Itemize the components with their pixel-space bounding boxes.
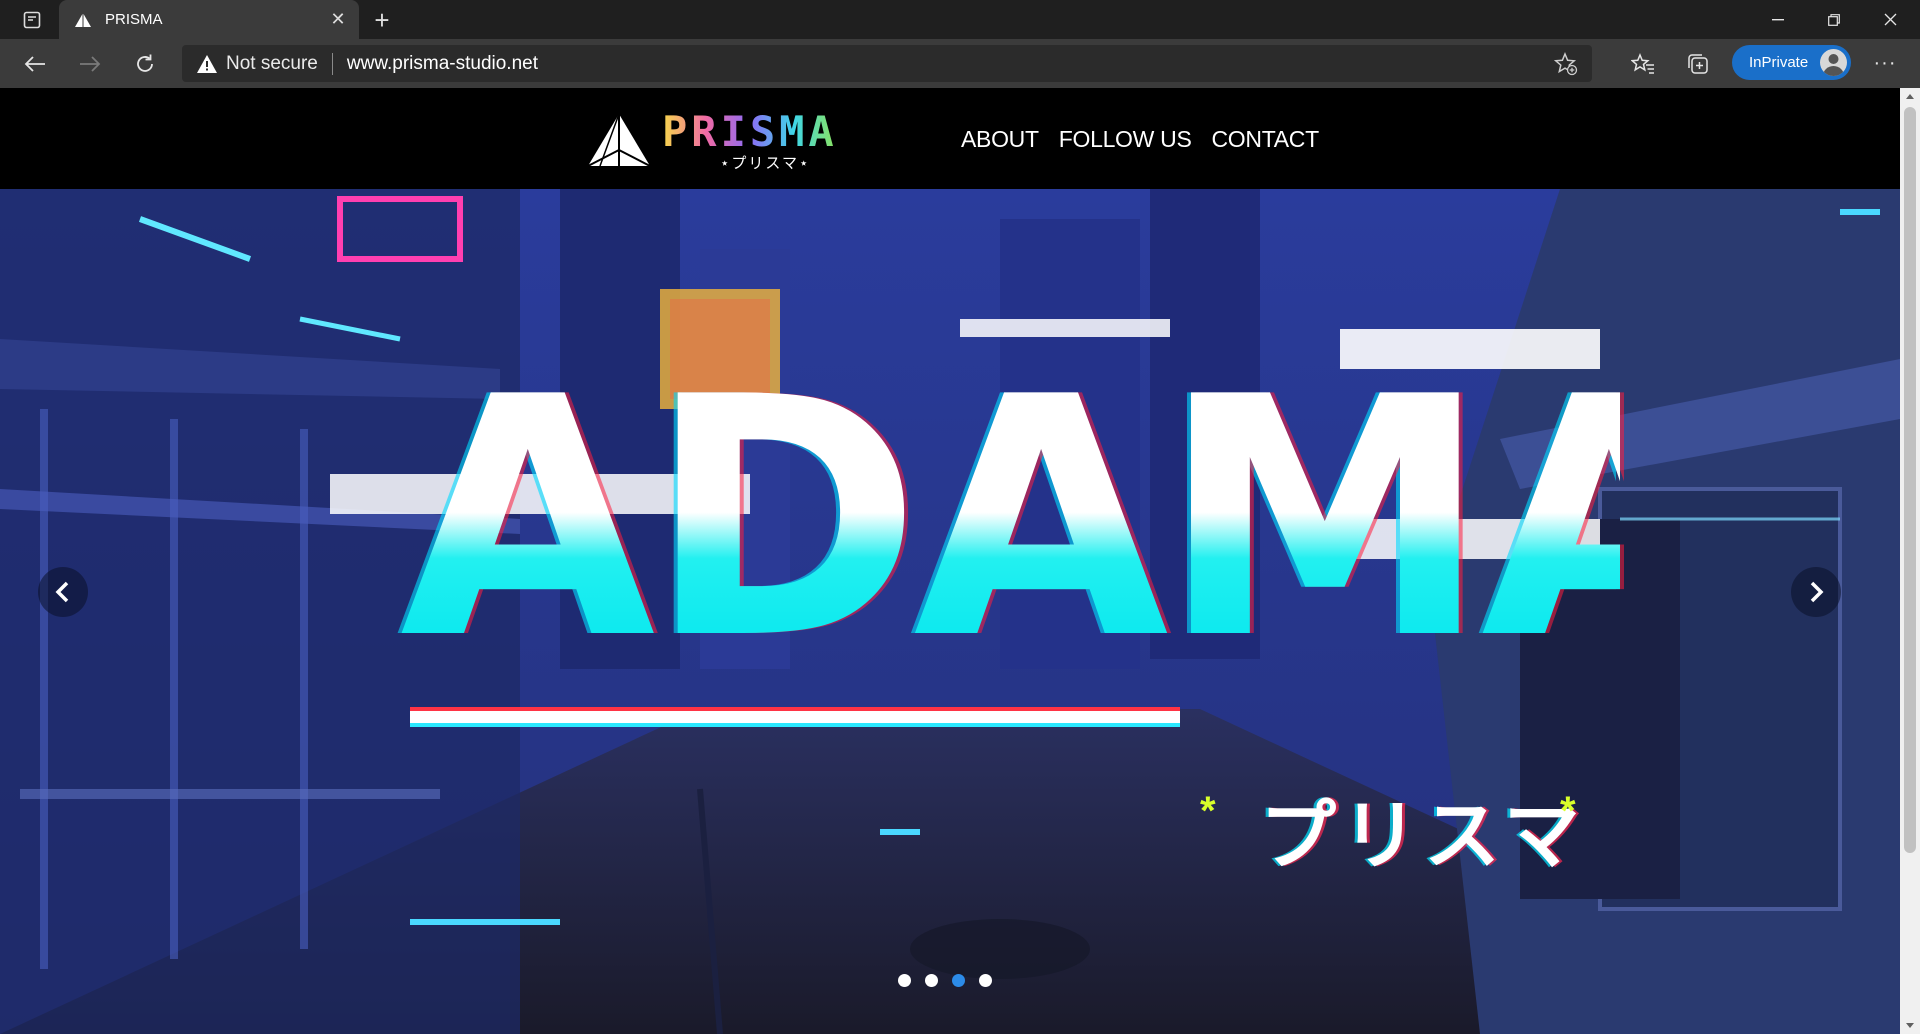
- star-icon: *: [1560, 789, 1576, 833]
- scroll-down-icon[interactable]: [1900, 1017, 1920, 1034]
- prisma-triangle-icon: [73, 10, 93, 30]
- logo-wordmark: PRISMA: [662, 108, 838, 156]
- star-add-icon: [1553, 52, 1578, 76]
- site-logo[interactable]: PRISMA ⋆プリスマ⋆: [586, 108, 886, 172]
- url-text: www.prisma-studio.net: [346, 52, 538, 74]
- hero-title: ADAMAS: [400, 327, 1900, 711]
- favorites-button[interactable]: [1630, 51, 1656, 77]
- address-bar: Not secure www.prisma-studio.net InPriva…: [0, 39, 1920, 88]
- browser-tab[interactable]: PRISMA ✕: [59, 0, 359, 39]
- scroll-up-icon[interactable]: [1900, 88, 1920, 105]
- logo-subtitle: ⋆プリスマ⋆: [720, 155, 811, 172]
- nav-follow-us[interactable]: FOLLOW US: [1059, 126, 1192, 153]
- hero-carousel: ADAMAS * プリスマ *: [0, 189, 1900, 1034]
- url-input[interactable]: Not secure www.prisma-studio.net: [182, 45, 1592, 82]
- prisma-logo-icon: [587, 113, 651, 167]
- carousel-indicators: [898, 974, 992, 987]
- carousel-next-button[interactable]: [1791, 567, 1841, 617]
- inprivate-label: InPrivate: [1749, 54, 1809, 71]
- tab-actions-button[interactable]: [14, 8, 50, 32]
- web-page: PRISMA ⋆プリスマ⋆ ABOUT FOLLOW US CONTACT AD…: [0, 88, 1900, 1034]
- back-button[interactable]: [18, 47, 52, 81]
- scrollbar-thumb[interactable]: [1904, 107, 1916, 853]
- inprivate-profile-button[interactable]: InPrivate: [1732, 45, 1851, 80]
- refresh-button[interactable]: [128, 47, 162, 81]
- favorites-icon: [1631, 53, 1654, 74]
- hero-subtitle: プリスマ: [1260, 794, 1586, 879]
- tab-title: PRISMA: [105, 11, 163, 28]
- main-nav: ABOUT FOLLOW US CONTACT: [961, 126, 1319, 153]
- minimize-icon: [1772, 18, 1784, 20]
- avatar-icon: [1820, 49, 1847, 76]
- new-tab-button[interactable]: +: [367, 5, 397, 35]
- chevron-right-icon: [1810, 581, 1824, 603]
- logo-word-text: PRISMA: [662, 107, 838, 156]
- refresh-icon: [137, 54, 153, 72]
- restore-button[interactable]: [1806, 0, 1862, 39]
- forward-button[interactable]: [73, 47, 107, 81]
- close-window-button[interactable]: [1862, 0, 1918, 39]
- security-label[interactable]: Not secure: [226, 53, 318, 75]
- carousel-dot[interactable]: [979, 974, 992, 987]
- carousel-dot[interactable]: [925, 974, 938, 987]
- minimize-button[interactable]: [1750, 0, 1806, 39]
- collections-button[interactable]: [1685, 51, 1711, 77]
- site-header: PRISMA ⋆プリスマ⋆ ABOUT FOLLOW US CONTACT: [0, 88, 1900, 189]
- warning-icon: [196, 53, 218, 75]
- carousel-prev-button[interactable]: [38, 567, 88, 617]
- nav-contact[interactable]: CONTACT: [1212, 126, 1320, 153]
- nav-about[interactable]: ABOUT: [961, 126, 1039, 153]
- address-separator: [331, 52, 333, 75]
- forward-arrow-icon: [80, 56, 101, 72]
- page-scrollbar[interactable]: [1900, 88, 1920, 1034]
- add-favorite-button[interactable]: [1553, 52, 1578, 76]
- close-tab-icon[interactable]: ✕: [325, 7, 351, 33]
- collections-icon: [1688, 54, 1708, 74]
- chevron-left-icon: [55, 581, 69, 603]
- carousel-dot[interactable]: [898, 974, 911, 987]
- back-arrow-icon: [24, 56, 45, 72]
- tab-actions-icon: [23, 11, 41, 29]
- restore-icon: [1828, 13, 1840, 26]
- browser-tab-bar: PRISMA ✕ +: [0, 0, 1920, 39]
- close-icon: [1884, 13, 1896, 26]
- star-icon: *: [1200, 789, 1216, 833]
- more-menu-icon[interactable]: ···: [1870, 51, 1900, 75]
- carousel-dot[interactable]: [952, 974, 965, 987]
